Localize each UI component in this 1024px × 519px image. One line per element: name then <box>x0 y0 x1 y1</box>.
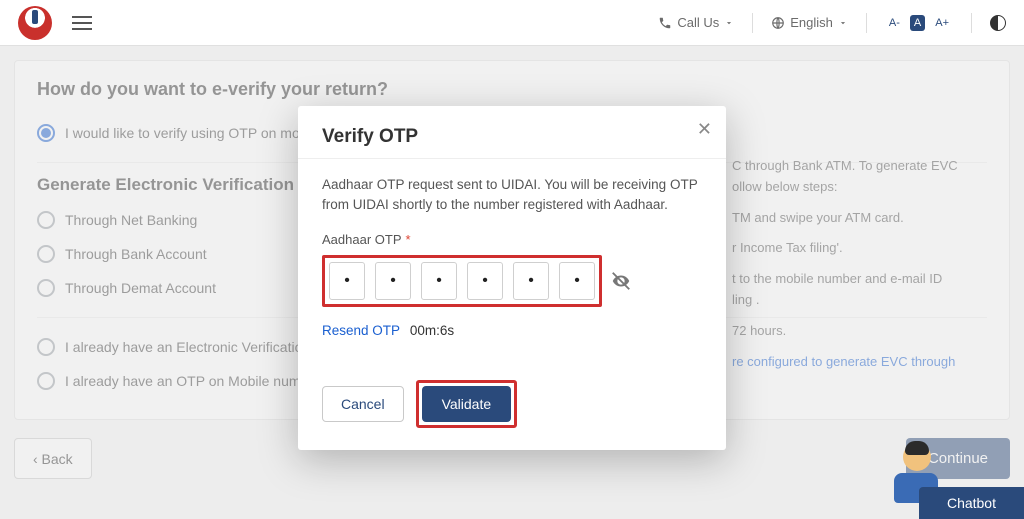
otp-digit-1[interactable]: • <box>329 262 365 300</box>
otp-digit-3[interactable]: • <box>421 262 457 300</box>
modal-title: Verify OTP <box>322 126 702 148</box>
info-line: 72 hours. <box>732 321 987 342</box>
modal-actions: Cancel Validate <box>322 380 702 428</box>
radio-label: Through Net Banking <box>65 212 197 228</box>
radio-label: I already have an OTP on Mobile number <box>65 373 321 389</box>
otp-input-group: • • • • • • <box>322 255 602 307</box>
font-decrease-button[interactable]: A- <box>885 15 904 31</box>
chatbot-tab[interactable]: Chatbot <box>919 487 1024 519</box>
radio-indicator <box>37 372 55 390</box>
visibility-off-icon[interactable] <box>610 270 632 292</box>
call-us-label: Call Us <box>677 15 719 30</box>
radio-indicator-selected <box>37 124 55 142</box>
info-line: t to the mobile number and e-mail ID <box>732 269 987 290</box>
header-right: Call Us English A- A A+ <box>658 13 1006 33</box>
otp-timer: 00m:6s <box>410 323 454 338</box>
language-dropdown[interactable]: English <box>771 15 848 30</box>
info-line: ollow below steps: <box>732 177 987 198</box>
info-line: C through Bank ATM. To generate EVC <box>732 156 987 177</box>
otp-label-text: Aadhaar OTP <box>322 232 402 247</box>
radio-label: I would like to verify using OTP on mobi… <box>65 125 322 141</box>
radio-indicator <box>37 211 55 229</box>
globe-icon <box>771 16 785 30</box>
required-indicator: * <box>406 232 411 247</box>
separator <box>971 13 972 33</box>
divider <box>298 158 726 159</box>
font-size-controls: A- A A+ <box>885 15 953 31</box>
modal-description: Aadhaar OTP request sent to UIDAI. You w… <box>322 175 702 216</box>
validate-highlight: Validate <box>416 380 518 428</box>
language-label: English <box>790 15 833 30</box>
font-normal-button[interactable]: A <box>910 15 925 31</box>
menu-icon[interactable] <box>72 16 92 30</box>
page-title: How do you want to e-verify your return? <box>37 79 987 100</box>
header-left <box>18 6 92 40</box>
site-logo[interactable] <box>18 6 52 40</box>
chevron-down-icon <box>724 18 734 28</box>
otp-digit-4[interactable]: • <box>467 262 503 300</box>
info-line: TM and swipe your ATM card. <box>732 208 987 229</box>
font-increase-button[interactable]: A+ <box>931 15 953 31</box>
app-header: Call Us English A- A A+ <box>0 0 1024 46</box>
separator <box>866 13 867 33</box>
info-panel: C through Bank ATM. To generate EVC ollo… <box>717 156 987 372</box>
info-line: ling . <box>732 290 987 311</box>
close-icon[interactable]: ✕ <box>697 120 712 138</box>
radio-label: I already have an Electronic Verificatio… <box>65 339 324 355</box>
otp-digit-6[interactable]: • <box>559 262 595 300</box>
radio-indicator <box>37 279 55 297</box>
otp-digit-5[interactable]: • <box>513 262 549 300</box>
otp-field-label: Aadhaar OTP * <box>322 232 702 247</box>
radio-label: Through Bank Account <box>65 246 207 262</box>
verify-otp-modal: ✕ Verify OTP Aadhaar OTP request sent to… <box>298 106 726 450</box>
radio-indicator <box>37 245 55 263</box>
validate-button[interactable]: Validate <box>422 386 512 422</box>
resend-otp-link[interactable]: Resend OTP <box>322 323 400 338</box>
otp-row: • • • • • • <box>322 255 702 307</box>
otp-digit-2[interactable]: • <box>375 262 411 300</box>
call-us-dropdown[interactable]: Call Us <box>658 15 734 30</box>
radio-indicator <box>37 338 55 356</box>
cancel-button[interactable]: Cancel <box>322 386 404 422</box>
info-link[interactable]: re configured to generate EVC through <box>732 352 987 373</box>
info-line: r Income Tax filing'. <box>732 238 987 259</box>
resend-row: Resend OTP 00m:6s <box>322 323 702 338</box>
back-button[interactable]: ‹ Back <box>14 438 92 479</box>
radio-label: Through Demat Account <box>65 280 216 296</box>
contrast-toggle-icon[interactable] <box>990 15 1006 31</box>
phone-icon <box>658 16 672 30</box>
chevron-down-icon <box>838 18 848 28</box>
separator <box>752 13 753 33</box>
